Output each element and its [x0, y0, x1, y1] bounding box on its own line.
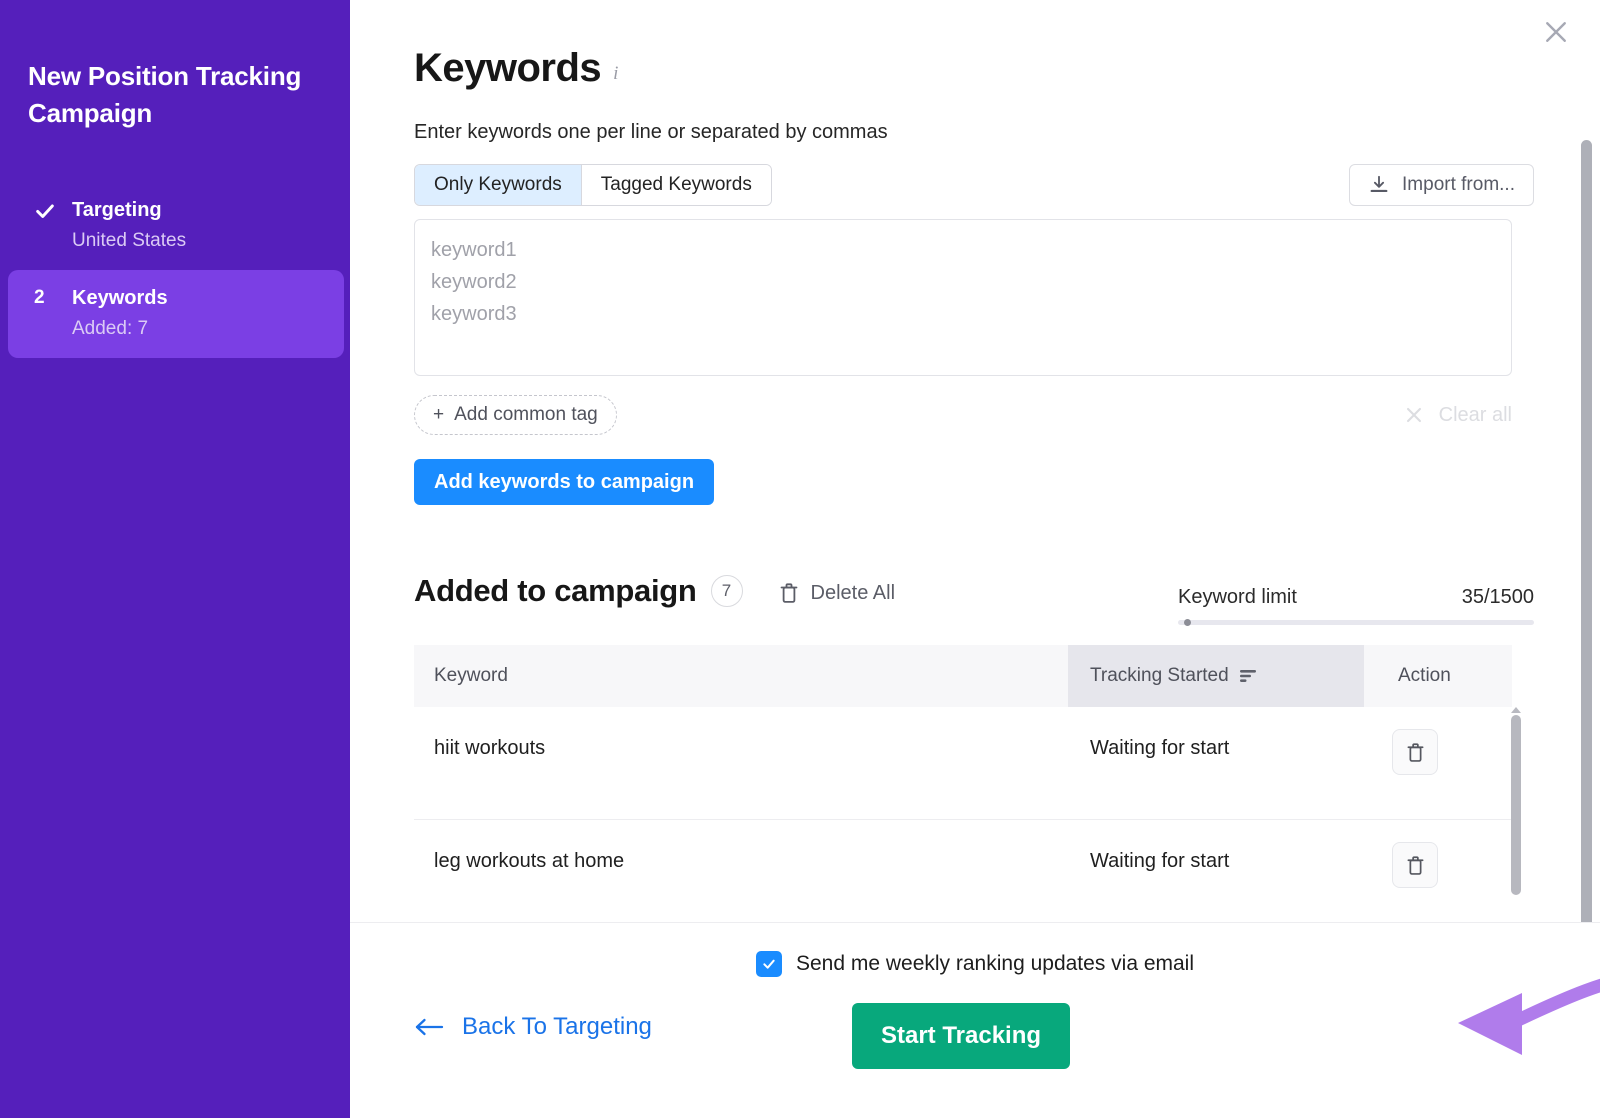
- keywords-input[interactable]: [414, 219, 1512, 376]
- added-to-campaign-title: Added to campaign: [414, 573, 697, 609]
- tab-tagged-keywords[interactable]: Tagged Keywords: [581, 165, 771, 205]
- cell-action: [1364, 707, 1512, 775]
- added-count-badge: 7: [711, 575, 743, 607]
- delete-all-label: Delete All: [811, 582, 896, 605]
- wizard-steps: Targeting United States 2 Keywords Added…: [8, 182, 322, 358]
- delete-keyword-button[interactable]: [1392, 729, 1438, 775]
- close-icon: [1403, 404, 1425, 426]
- clear-all-button[interactable]: Clear all: [1403, 404, 1512, 427]
- back-to-targeting-label: Back To Targeting: [462, 1013, 652, 1041]
- sort-icon: [1239, 669, 1257, 683]
- cell-tracking-started: Waiting for start: [1068, 820, 1364, 873]
- import-from-button[interactable]: Import from...: [1349, 164, 1534, 206]
- add-common-tag-button[interactable]: + Add common tag: [414, 395, 617, 435]
- table-scrollbar-thumb[interactable]: [1511, 715, 1521, 895]
- column-header-tracking-started-label: Tracking Started: [1090, 665, 1229, 687]
- plus-icon: +: [433, 404, 444, 426]
- step-sub-keywords: Added: 7: [72, 318, 324, 340]
- table-row: hiit workouts Waiting for start: [414, 707, 1512, 820]
- campaign-wizard-modal: New Position Tracking Campaign Targeting…: [0, 0, 1600, 1118]
- column-header-action: Action: [1364, 645, 1512, 707]
- page-title-row: Keywords i: [414, 46, 1534, 91]
- table-header-row: Keyword Tracking Started Action: [414, 645, 1512, 707]
- table-row: leg workouts at home Waiting for start: [414, 820, 1512, 922]
- campaign-title: New Position Tracking Campaign: [28, 58, 328, 132]
- column-header-keyword[interactable]: Keyword: [414, 645, 1068, 707]
- column-header-tracking-started[interactable]: Tracking Started: [1068, 645, 1364, 707]
- step-label-targeting: Targeting: [72, 198, 324, 222]
- keyword-limit-progress: [1178, 620, 1534, 625]
- keyword-limit-knob: [1184, 619, 1191, 626]
- trash-icon: [1406, 742, 1425, 763]
- tab-row: Only Keywords Tagged Keywords Import fro…: [414, 164, 1534, 206]
- add-common-tag-label: Add common tag: [454, 404, 598, 426]
- cell-keyword: leg workouts at home: [414, 820, 1068, 873]
- keyword-limit-row: Keyword limit 35/1500: [1178, 586, 1534, 609]
- cell-action: [1364, 820, 1512, 888]
- weekly-updates-row: Send me weekly ranking updates via email: [350, 923, 1600, 977]
- trash-icon: [1406, 855, 1425, 876]
- import-from-label: Import from...: [1402, 174, 1515, 196]
- cell-keyword: hiit workouts: [414, 707, 1068, 760]
- arrow-left-icon: [414, 1017, 444, 1037]
- weekly-updates-label: Send me weekly ranking updates via email: [796, 952, 1194, 976]
- delete-keyword-button[interactable]: [1392, 842, 1438, 888]
- weekly-updates-checkbox[interactable]: [756, 951, 782, 977]
- cell-tracking-started: Waiting for start: [1068, 707, 1364, 760]
- step-sub-targeting: United States: [72, 230, 324, 252]
- wizard-sidebar: New Position Tracking Campaign Targeting…: [0, 0, 350, 1118]
- keyword-limit-value: 35/1500: [1462, 586, 1534, 609]
- keywords-table: Keyword Tracking Started Action hiit wor…: [414, 645, 1512, 922]
- footer-actions: Back To Targeting Start Tracking: [350, 999, 1600, 1073]
- download-icon: [1368, 174, 1390, 196]
- main-panel: Keywords i Enter keywords one per line o…: [350, 0, 1600, 1118]
- main-content: Keywords i Enter keywords one per line o…: [350, 0, 1600, 922]
- keyword-limit-label: Keyword limit: [1178, 586, 1297, 609]
- check-icon: [34, 200, 56, 222]
- check-icon: [761, 956, 777, 972]
- sidebar-step-targeting[interactable]: Targeting United States: [8, 182, 344, 270]
- scroll-up-arrow-icon[interactable]: [1511, 707, 1521, 713]
- table-scrollbar[interactable]: [1510, 707, 1522, 907]
- step-label-keywords: Keywords: [72, 286, 324, 310]
- trash-icon: [779, 582, 799, 604]
- back-to-targeting-button[interactable]: Back To Targeting: [414, 1013, 652, 1041]
- tab-only-keywords[interactable]: Only Keywords: [415, 165, 581, 205]
- keyword-limit-widget: Keyword limit 35/1500: [1178, 586, 1534, 625]
- page-scrollbar-thumb[interactable]: [1581, 140, 1592, 930]
- textarea-footer-row: + Add common tag Clear all: [414, 395, 1512, 435]
- page-title: Keywords: [414, 46, 601, 91]
- table-body: hiit workouts Waiting for start: [414, 707, 1512, 922]
- add-keywords-to-campaign-button[interactable]: Add keywords to campaign: [414, 459, 714, 505]
- step-check-marker: [28, 198, 72, 222]
- step-number-marker: 2: [28, 286, 72, 310]
- start-tracking-button[interactable]: Start Tracking: [852, 1003, 1070, 1069]
- keywords-subtitle: Enter keywords one per line or separated…: [414, 121, 1534, 144]
- sidebar-step-keywords[interactable]: 2 Keywords Added: 7: [8, 270, 344, 358]
- delete-all-button[interactable]: Delete All: [779, 578, 896, 605]
- clear-all-label: Clear all: [1439, 404, 1512, 427]
- info-icon[interactable]: i: [613, 63, 618, 85]
- keyword-mode-tabs: Only Keywords Tagged Keywords: [414, 164, 772, 206]
- modal-footer: Send me weekly ranking updates via email…: [350, 922, 1600, 1118]
